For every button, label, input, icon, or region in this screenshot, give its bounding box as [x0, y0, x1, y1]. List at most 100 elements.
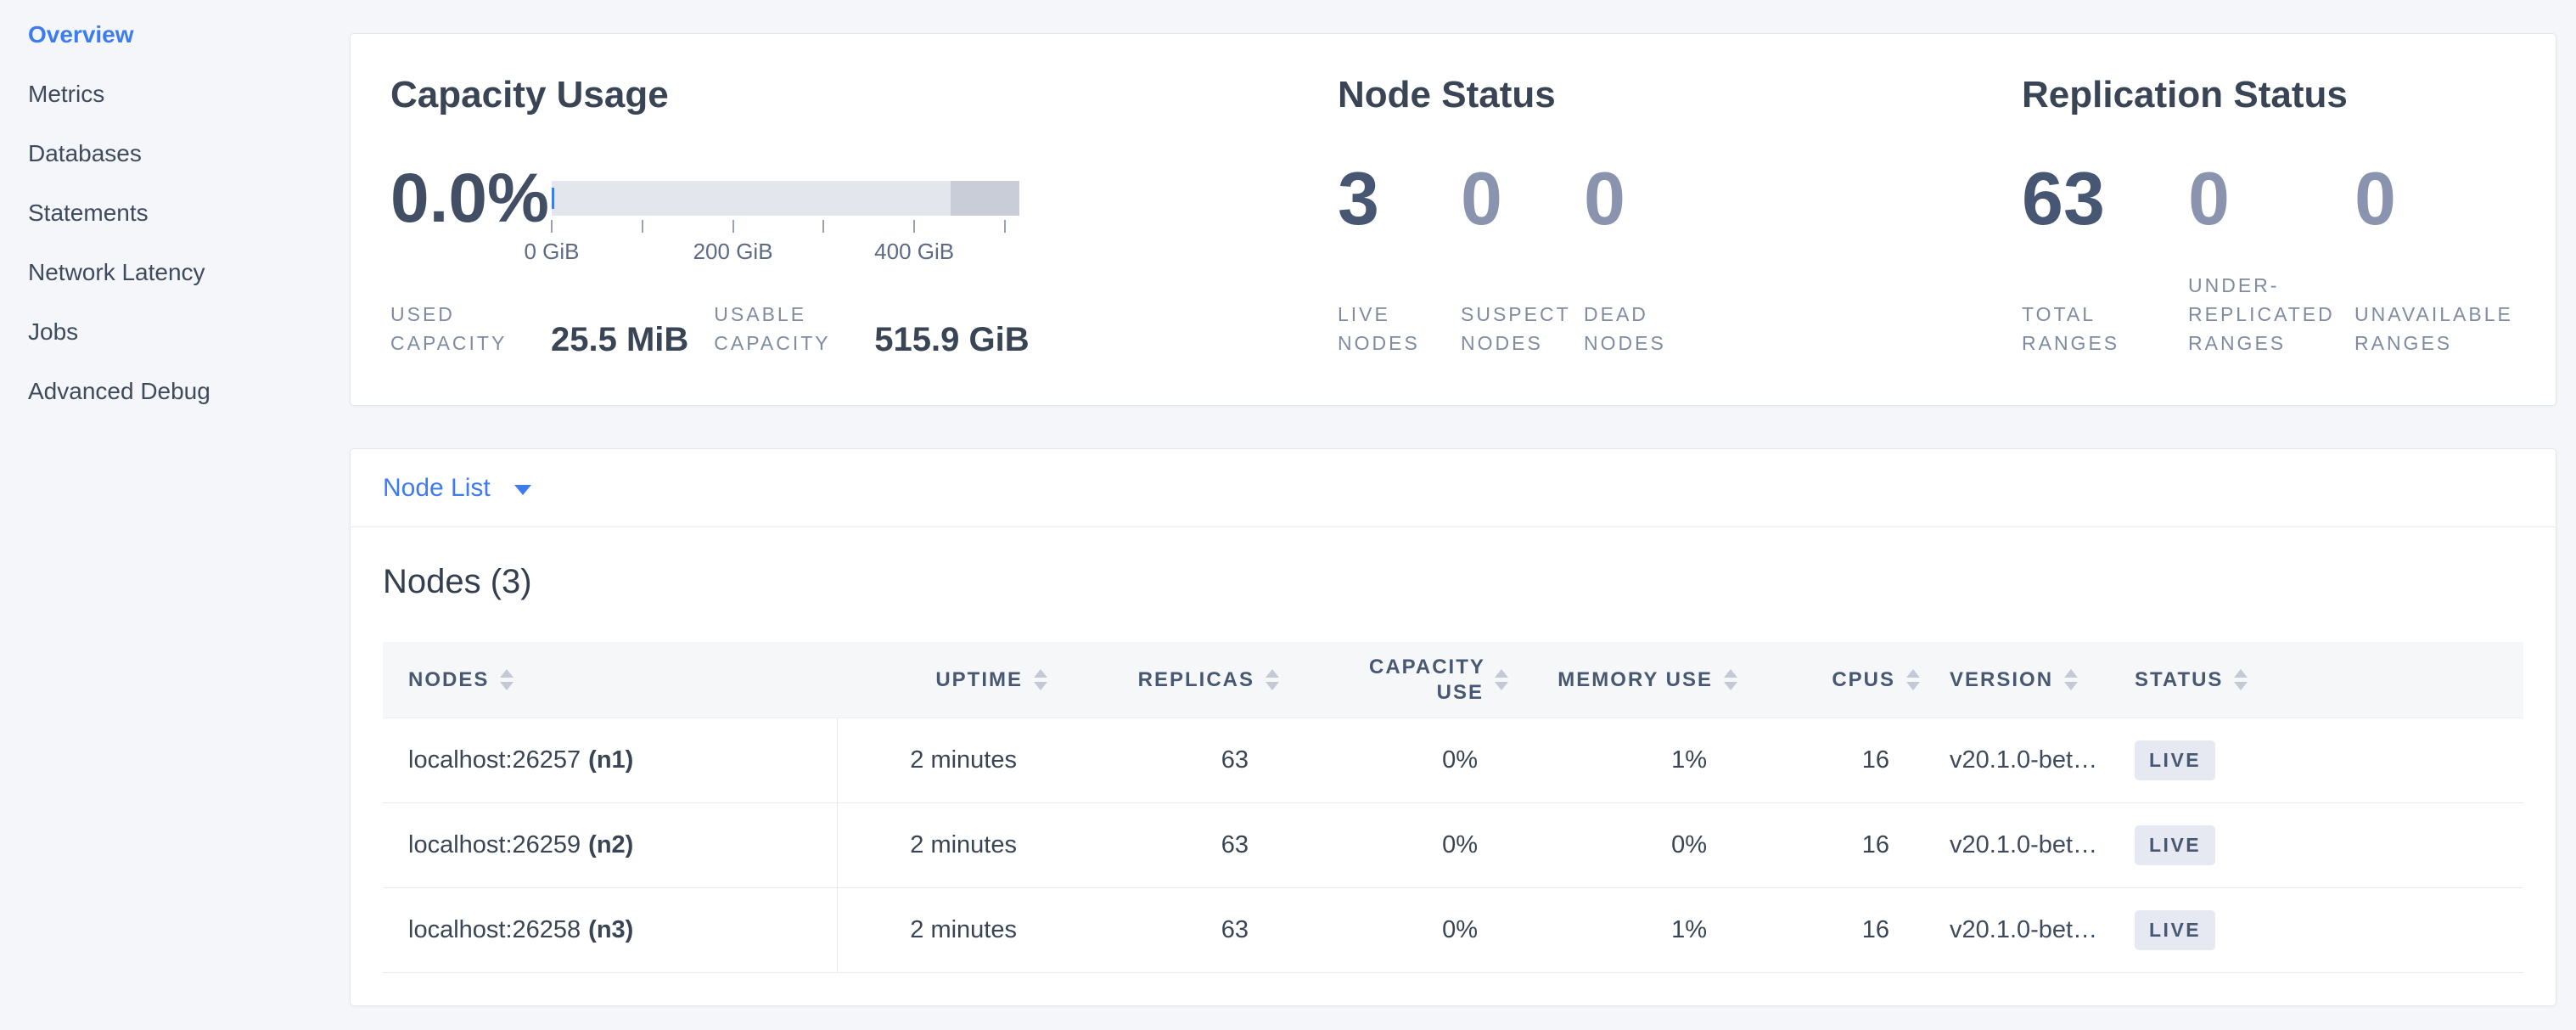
node-address-cell: localhost:26257 (n1): [383, 718, 838, 802]
header-cell-version[interactable]: VERSION: [1920, 642, 2102, 718]
node-list-dropdown[interactable]: Node List: [351, 449, 2556, 527]
sort-icon[interactable]: [1906, 669, 1920, 690]
header-label-status: STATUS: [2135, 668, 2223, 692]
header-label-capacity-use: CAPACITY USE: [1369, 655, 1484, 706]
version-cell: v20.1.0-bet…: [1920, 718, 2102, 802]
sidebar-item-network-latency[interactable]: Network Latency: [28, 243, 350, 302]
sort-desc-icon: [1034, 682, 1047, 690]
replication-status-panel: Replication Status 63 TOTAL RANGES 0 UND…: [2022, 75, 2556, 405]
nodes-table: NODES UPTIME REPLICAS CAPACITY USE: [383, 642, 2523, 973]
replicas-cell: 63: [1047, 718, 1279, 802]
nodes-table-header: NODES UPTIME REPLICAS CAPACITY USE: [383, 642, 2523, 718]
axis-tick: [732, 220, 734, 233]
node-address-cell: localhost:26258 (n3): [383, 888, 838, 972]
sidebar-item-advanced-debug[interactable]: Advanced Debug: [28, 362, 350, 421]
header-cell-uptime[interactable]: UPTIME: [838, 642, 1047, 718]
header-cell-capacity-use[interactable]: CAPACITY USE: [1279, 642, 1508, 718]
replicas-cell: 63: [1047, 803, 1279, 887]
live-nodes-stat: 3 LIVE NODES: [1338, 156, 1461, 357]
uptime-cell: 2 minutes: [838, 718, 1047, 802]
capacity-use-cell: 0%: [1279, 888, 1508, 972]
sort-asc-icon: [1724, 669, 1737, 678]
node-address-link[interactable]: localhost:26257: [408, 746, 581, 774]
under-replicated-ranges-stat: 0 UNDER-REPLICATED RANGES: [2188, 156, 2354, 357]
sort-icon[interactable]: [500, 669, 514, 690]
unavailable-ranges-stat: 0 UNAVAILABLE RANGES: [2354, 156, 2521, 357]
node-list-dropdown-label: Node List: [383, 474, 491, 503]
sort-desc-icon: [2064, 682, 2078, 690]
capacity-axis: [552, 220, 1019, 234]
replicas-cell: 63: [1047, 888, 1279, 972]
live-nodes-label: LIVE NODES: [1338, 300, 1444, 357]
caret-down-icon[interactable]: [514, 485, 531, 495]
axis-tick: [551, 220, 553, 233]
used-capacity-label: USED CAPACITY: [390, 300, 530, 357]
suspect-nodes-stat: 0 SUSPECT NODES: [1461, 156, 1584, 357]
usable-capacity-stat: USABLE CAPACITY 515.9 GiB: [714, 300, 1029, 357]
cpus-cell: 16: [1737, 888, 1920, 972]
sidebar-item-databases[interactable]: Databases: [28, 124, 350, 183]
header-cell-memory-use[interactable]: MEMORY USE: [1508, 642, 1737, 718]
sort-icon[interactable]: [1266, 669, 1279, 690]
sort-asc-icon: [500, 669, 514, 678]
capacity-bar-block: 0 GiB200 GiB400 GiB: [552, 181, 1019, 264]
sidebar-item-statements[interactable]: Statements: [28, 183, 350, 243]
version-cell: v20.1.0-bet…: [1920, 888, 2102, 972]
node-status-panel: Node Status 3 LIVE NODES 0 SUSPECT NODES…: [1338, 75, 2022, 405]
node-address-link[interactable]: localhost:26258: [408, 916, 581, 944]
sort-asc-icon: [2234, 669, 2248, 678]
capacity-bar-used-segment: [552, 188, 554, 209]
capacity-bar: [552, 181, 1019, 216]
sidebar-item-metrics[interactable]: Metrics: [28, 65, 350, 124]
sidebar-item-jobs[interactable]: Jobs: [28, 302, 350, 362]
node-id: (n1): [588, 746, 633, 774]
total-ranges-value: 63: [2022, 156, 2188, 241]
sidebar-item-overview[interactable]: Overview: [28, 5, 350, 65]
sort-asc-icon: [1266, 669, 1279, 678]
sort-desc-icon: [1724, 682, 1737, 690]
table-row[interactable]: localhost:26258 (n3) 2 minutes 63 0% 1% …: [383, 888, 2523, 973]
table-row[interactable]: localhost:26259 (n2) 2 minutes 63 0% 0% …: [383, 803, 2523, 888]
sort-icon[interactable]: [2234, 669, 2248, 690]
cluster-summary-card: Capacity Usage 0.0% 0 GiB200 GiB400 GiB: [350, 33, 2556, 406]
sort-desc-icon: [1906, 682, 1920, 690]
under-replicated-ranges-value: 0: [2188, 156, 2354, 241]
header-label-replicas: REPLICAS: [1138, 668, 1254, 692]
table-row[interactable]: localhost:26257 (n1) 2 minutes 63 0% 1% …: [383, 718, 2523, 803]
node-address-link[interactable]: localhost:26259: [408, 831, 581, 859]
header-label-cpus: CPUS: [1832, 668, 1895, 692]
header-cell-status[interactable]: STATUS: [2102, 642, 2523, 718]
used-capacity-stat: USED CAPACITY 25.5 MiB: [390, 300, 688, 357]
node-list-card: Node List Nodes (3) NODES UPTIME REPLICA…: [350, 448, 2556, 1006]
axis-tick: [913, 220, 915, 233]
live-nodes-value: 3: [1338, 156, 1461, 241]
suspect-nodes-value: 0: [1461, 156, 1584, 241]
dead-nodes-stat: 0 DEAD NODES: [1584, 156, 1707, 357]
header-cell-replicas[interactable]: REPLICAS: [1047, 642, 1279, 718]
sort-icon[interactable]: [2064, 669, 2078, 690]
total-ranges-stat: 63 TOTAL RANGES: [2022, 156, 2188, 357]
capacity-use-cell: 0%: [1279, 803, 1508, 887]
sort-icon[interactable]: [1495, 669, 1508, 690]
capacity-axis-labels: 0 GiB200 GiB400 GiB: [552, 239, 1019, 264]
header-label-version: VERSION: [1950, 668, 2053, 692]
header-cell-cpus[interactable]: CPUS: [1737, 642, 1920, 718]
under-replicated-ranges-label: UNDER-REPLICATED RANGES: [2188, 271, 2337, 357]
capacity-use-cell: 0%: [1279, 718, 1508, 802]
sort-desc-icon: [2234, 682, 2248, 690]
header-cell-nodes[interactable]: NODES: [383, 642, 838, 718]
node-address-cell: localhost:26259 (n2): [383, 803, 838, 887]
usable-capacity-label: USABLE CAPACITY: [714, 300, 854, 357]
app-root: Overview Metrics Databases Statements Ne…: [0, 0, 2576, 1030]
nodes-count-title: Nodes (3): [383, 561, 2523, 602]
axis-tick-label: 400 GiB: [874, 239, 954, 264]
sort-icon[interactable]: [1724, 669, 1737, 690]
status-badge: LIVE: [2135, 740, 2215, 780]
sort-icon[interactable]: [1034, 669, 1047, 690]
version-cell: v20.1.0-bet…: [1920, 803, 2102, 887]
total-ranges-label: TOTAL RANGES: [2022, 300, 2171, 357]
sort-asc-icon: [1034, 669, 1047, 678]
unavailable-ranges-label: UNAVAILABLE RANGES: [2354, 300, 2513, 357]
status-badge: LIVE: [2135, 910, 2215, 950]
status-cell: LIVE: [2102, 718, 2523, 802]
